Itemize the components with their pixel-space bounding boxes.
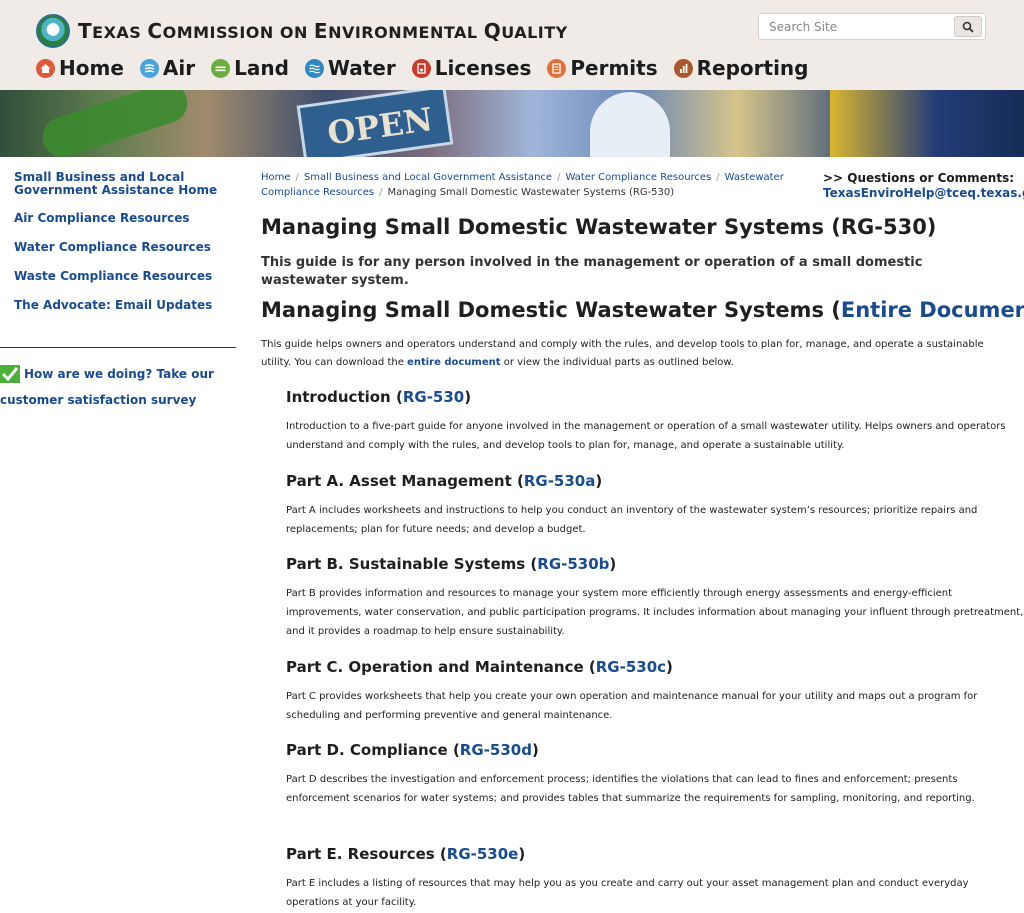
banner-water-tower-image xyxy=(590,92,670,157)
sidebar-item-advocate[interactable]: The Advocate: Email Updates xyxy=(14,299,224,312)
breadcrumb-separator: / xyxy=(379,187,383,198)
sidebar-item-waste[interactable]: Waste Compliance Resources xyxy=(14,270,224,283)
section-link-rg530b[interactable]: RG-530b xyxy=(537,555,609,573)
search-icon xyxy=(962,21,974,33)
agency-name-part: Q xyxy=(483,19,502,43)
banner-sign-text: OPEN xyxy=(325,100,435,153)
sidebar-item-air[interactable]: Air Compliance Resources xyxy=(14,212,224,225)
nav-label: Land xyxy=(234,56,289,80)
section-link-rg530e[interactable]: RG-530e xyxy=(447,845,519,863)
breadcrumb-separator: / xyxy=(557,172,561,183)
water-icon xyxy=(304,58,324,78)
section-heading-part-e: Part E. Resources (RG-530e) xyxy=(286,845,526,863)
reporting-icon xyxy=(673,58,693,78)
nav-label: Air xyxy=(162,56,196,80)
section-title: Part C. Operation and Maintenance xyxy=(286,658,584,676)
licenses-icon xyxy=(411,58,431,78)
nav-reporting[interactable]: Reporting xyxy=(673,56,809,80)
section-text-part-a: Part A includes worksheets and instructi… xyxy=(286,505,978,535)
nav-water[interactable]: Water xyxy=(304,56,396,80)
section-link-rg530[interactable]: RG-530 xyxy=(403,388,464,406)
section-title: Part D. Compliance xyxy=(286,741,448,759)
sidebar-item-water[interactable]: Water Compliance Resources xyxy=(14,241,224,254)
nav-label: Licenses xyxy=(434,56,532,80)
nav-label: Water xyxy=(327,56,396,80)
breadcrumb-separator: / xyxy=(295,172,299,183)
nav-air[interactable]: Air xyxy=(139,56,196,80)
sidebar-divider xyxy=(0,347,236,348)
site-header: TEXAS COMMISSION ON ENVIRONMENTAL QUALIT… xyxy=(0,0,1024,90)
checkmark-icon xyxy=(0,365,20,383)
section-heading-part-b: Part B. Sustainable Systems (RG-530b) xyxy=(286,555,617,573)
section-text-part-c: Part C provides worksheets that help you… xyxy=(286,691,978,721)
section-title: Introduction xyxy=(286,388,391,406)
tceq-seal-icon xyxy=(36,14,70,48)
section-heading-part-d: Part D. Compliance (RG-530d) xyxy=(286,741,539,759)
page-title: Managing Small Domestic Wastewater Syste… xyxy=(261,215,937,239)
section-text-part-d: Part D describes the investigation and e… xyxy=(286,774,975,804)
section-title: Part E. Resources xyxy=(286,845,435,863)
questions-label: >> Questions or Comments: xyxy=(823,171,1015,185)
air-icon xyxy=(139,58,159,78)
nav-land[interactable]: Land xyxy=(211,56,289,80)
agency-name-part: NVIRONMENTAL xyxy=(328,23,484,42)
nav-label: Reporting xyxy=(696,56,809,80)
agency-name-part: E xyxy=(313,19,329,43)
nav-home[interactable]: Home xyxy=(36,56,124,80)
land-icon xyxy=(211,58,231,78)
heading-text: Managing Small Domestic Wastewater Syste… xyxy=(261,298,841,322)
section-title: Part B. Sustainable Systems xyxy=(286,555,526,573)
section-heading-part-c: Part C. Operation and Maintenance (RG-53… xyxy=(286,658,673,676)
breadcrumb-home[interactable]: Home xyxy=(261,172,291,183)
agency-name: TEXAS COMMISSION ON ENVIRONMENTAL QUALIT… xyxy=(78,19,568,43)
section-heading-part-a: Part A. Asset Management (RG-530a) xyxy=(286,472,603,490)
banner-open-sign-image: OPEN xyxy=(296,90,454,157)
agency-name-part: C xyxy=(147,19,163,43)
intro-text: or view the individual parts as outlined… xyxy=(500,357,734,368)
agency-name-part: UALITY xyxy=(501,23,568,42)
home-icon xyxy=(36,58,55,78)
section-text-part-b: Part B provides information and resource… xyxy=(286,588,1024,637)
main-nav: Home Air Land Water Licenses Permits Rep… xyxy=(36,56,824,80)
search-button[interactable] xyxy=(954,16,982,37)
nav-label: Permits xyxy=(570,56,658,80)
section-heading-introduction: Introduction (RG-530) xyxy=(286,388,472,406)
questions-contact: >> Questions or Comments: TexasEnviroHel… xyxy=(823,171,1024,201)
permits-icon xyxy=(547,58,567,78)
section-link-rg530d[interactable]: RG-530d xyxy=(460,741,532,759)
section-link-rg530a[interactable]: RG-530a xyxy=(524,472,596,490)
agency-name-part: EXAS xyxy=(92,23,148,42)
breadcrumb-water-compliance[interactable]: Water Compliance Resources xyxy=(565,172,711,183)
search-box xyxy=(758,13,986,40)
agency-name-part: OMMISSION ON xyxy=(162,23,314,42)
section-text-introduction: Introduction to a five-part guide for an… xyxy=(286,421,1006,451)
sidebar-item-sbla-home[interactable]: Small Business and Local Government Assi… xyxy=(14,171,224,197)
breadcrumb: Home / Small Business and Local Government… xyxy=(261,170,809,200)
section-title: Part A. Asset Management xyxy=(286,472,512,490)
intro-paragraph: This guide helps owners and operators un… xyxy=(261,336,1001,372)
breadcrumb-separator: / xyxy=(716,172,720,183)
agency-logo[interactable]: TEXAS COMMISSION ON ENVIRONMENTAL QUALIT… xyxy=(36,14,568,48)
entire-document-link[interactable]: Entire Document xyxy=(841,298,1024,322)
contact-email-link[interactable]: TexasEnviroHelp@tceq.texas.gov xyxy=(823,186,1024,201)
agency-name-part: T xyxy=(78,19,93,43)
survey-link-line2[interactable]: customer satisfaction survey xyxy=(0,393,196,407)
search-input[interactable] xyxy=(759,14,949,39)
nav-permits[interactable]: Permits xyxy=(547,56,658,80)
banner-mechanic-image xyxy=(830,90,1024,157)
section-link-rg530c[interactable]: RG-530c xyxy=(596,658,666,676)
breadcrumb-sbla[interactable]: Small Business and Local Government Assi… xyxy=(304,172,552,183)
survey-link-line1[interactable]: How are we doing? Take our xyxy=(24,367,214,381)
nav-licenses[interactable]: Licenses xyxy=(411,56,532,80)
entire-document-inline-link[interactable]: entire document xyxy=(407,357,500,368)
entire-document-heading: Managing Small Domestic Wastewater Syste… xyxy=(261,298,1024,322)
hero-banner: OPEN xyxy=(0,90,1024,157)
section-text-part-e: Part E includes a listing of resources t… xyxy=(286,878,969,908)
lead-text: This guide is for any person involved in… xyxy=(261,255,923,288)
breadcrumb-current: Managing Small Domestic Wastewater Syste… xyxy=(387,187,675,198)
banner-fuel-nozzle-image xyxy=(37,90,193,157)
nav-label: Home xyxy=(59,56,124,80)
